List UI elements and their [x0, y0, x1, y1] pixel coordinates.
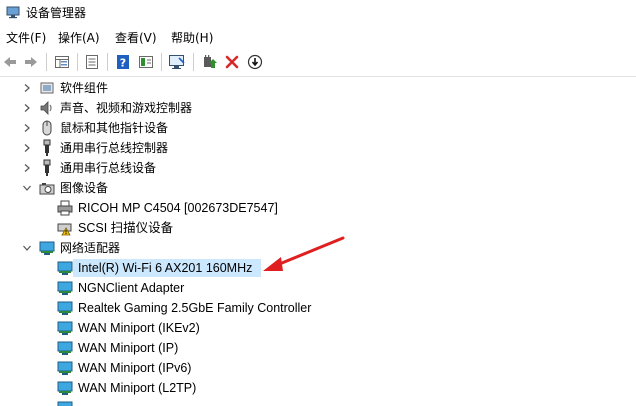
tree-category-label: 声音、视频和游戏控制器 [60, 101, 193, 115]
back-button[interactable] [0, 52, 20, 72]
chevron-right-icon[interactable] [22, 163, 32, 173]
software-component-icon [40, 82, 54, 94]
tree-device-partial [0, 398, 636, 406]
forward-arrow-icon [25, 57, 37, 67]
uninstall-icon [225, 55, 239, 69]
chevron-right-icon[interactable] [22, 143, 32, 153]
tree-device-label: WAN Miniport (IKEv2) [78, 321, 200, 335]
mouse-icon [42, 120, 52, 136]
toolbar-divider [46, 53, 47, 71]
toolbar-divider [77, 53, 78, 71]
network-adapter-icon [57, 301, 73, 315]
device-manager-icon [6, 6, 20, 19]
tree-category-label: 通用串行总线控制器 [60, 141, 169, 155]
tree-device-label: WAN Miniport (IP) [78, 341, 179, 355]
tree-category-sound-video-game[interactable]: 声音、视频和游戏控制器 [0, 98, 636, 118]
network-adapter-icon [57, 361, 73, 375]
tree-category-usb-controllers[interactable]: 通用串行总线控制器 [0, 138, 636, 158]
tree-device-wan-ip[interactable]: WAN Miniport (IP) [0, 338, 636, 358]
properties-icon [86, 55, 98, 69]
grid-icon [55, 56, 69, 68]
chevron-down-icon[interactable] [22, 183, 32, 193]
tree-device-ricoh-printer[interactable]: RICOH MP C4504 [002673DE7547] [0, 198, 636, 218]
network-adapter-icon [57, 261, 73, 275]
title-bar: 设备管理器 [0, 0, 636, 26]
monitor-scan-icon [169, 55, 185, 69]
tree-device-label: WAN Miniport (IPv6) [78, 361, 192, 375]
tree-category-label: 鼠标和其他指针设备 [60, 121, 169, 135]
forward-button[interactable] [21, 52, 41, 72]
tree-device-label: SCSI 扫描仪设备 [78, 221, 174, 235]
chevron-right-icon[interactable] [22, 123, 32, 133]
network-adapter-icon [57, 401, 73, 406]
tree-category-usb-devices[interactable]: 通用串行总线设备 [0, 158, 636, 178]
tree-category-mice[interactable]: 鼠标和其他指针设备 [0, 118, 636, 138]
window-title: 设备管理器 [26, 6, 87, 20]
tree-device-wan-ipv6[interactable]: WAN Miniport (IPv6) [0, 358, 636, 378]
device-panel-icon [139, 56, 153, 68]
tree-device-label: Intel(R) Wi-Fi 6 AX201 160MHz [78, 261, 253, 275]
help-icon: ? [117, 55, 129, 70]
tree-category-label: 图像设备 [60, 181, 109, 195]
speaker-icon [40, 101, 52, 115]
tree-device-wan-l2tp[interactable]: WAN Miniport (L2TP) [0, 378, 636, 398]
device-panel-button[interactable] [136, 52, 156, 72]
show-hide-tree-button[interactable] [52, 52, 72, 72]
network-adapter-icon [57, 381, 73, 395]
chevron-right-icon[interactable] [22, 83, 32, 93]
camera-icon [39, 183, 55, 195]
network-adapter-icon [57, 341, 73, 355]
toolbar-divider [193, 53, 194, 71]
help-button[interactable]: ? [113, 52, 133, 72]
tree-device-label: NGNClient Adapter [78, 281, 185, 295]
network-adapter-icon [57, 321, 73, 335]
usb-icon [43, 139, 51, 156]
disable-device-button[interactable] [245, 52, 265, 72]
scan-hardware-button[interactable] [167, 52, 187, 72]
scanner-warning-icon [57, 223, 72, 236]
toolbar-divider [107, 53, 108, 71]
update-driver-icon [204, 55, 217, 68]
tree-device-label: WAN Miniport (L2TP) [78, 381, 197, 395]
uninstall-button[interactable] [222, 52, 242, 72]
tree-device-wan-ikev2[interactable]: WAN Miniport (IKEv2) [0, 318, 636, 338]
menu-bar: 文件(F) 操作(A) 查看(V) 帮助(H) [0, 26, 636, 48]
tree-device-label: RICOH MP C4504 [002673DE7547] [78, 201, 278, 215]
network-adapter-icon [39, 241, 55, 255]
menu-file[interactable]: 文件(F) [6, 29, 46, 46]
tree-category-imaging-devices[interactable]: 图像设备 [0, 178, 636, 198]
properties-button[interactable] [82, 52, 102, 72]
red-arrow-icon [263, 236, 345, 271]
menu-help[interactable]: 帮助(H) [171, 29, 213, 46]
toolbar: ? [0, 48, 636, 77]
tree-device-label: Realtek Gaming 2.5GbE Family Controller [78, 301, 312, 315]
tree-category-label: 软件组件 [60, 81, 109, 95]
tree-category-label: 通用串行总线设备 [60, 161, 157, 175]
svg-text:?: ? [120, 57, 126, 70]
tree-category-label: 网络适配器 [60, 241, 121, 255]
update-driver-button[interactable] [199, 52, 219, 72]
usb-icon [43, 159, 51, 176]
chevron-right-icon[interactable] [22, 103, 32, 113]
tree-category-software-components[interactable]: 软件组件 [0, 78, 636, 98]
tree-device-realtek[interactable]: Realtek Gaming 2.5GbE Family Controller [0, 298, 636, 318]
network-adapter-icon [57, 281, 73, 295]
menu-action[interactable]: 操作(A) [58, 29, 100, 46]
back-arrow-icon [4, 57, 16, 67]
chevron-down-icon[interactable] [22, 243, 32, 253]
printer-icon [57, 200, 73, 216]
disable-icon [247, 54, 263, 70]
tree-device-ngnclient[interactable]: NGNClient Adapter [0, 278, 636, 298]
menu-view[interactable]: 查看(V) [115, 29, 157, 46]
toolbar-divider [161, 53, 162, 71]
